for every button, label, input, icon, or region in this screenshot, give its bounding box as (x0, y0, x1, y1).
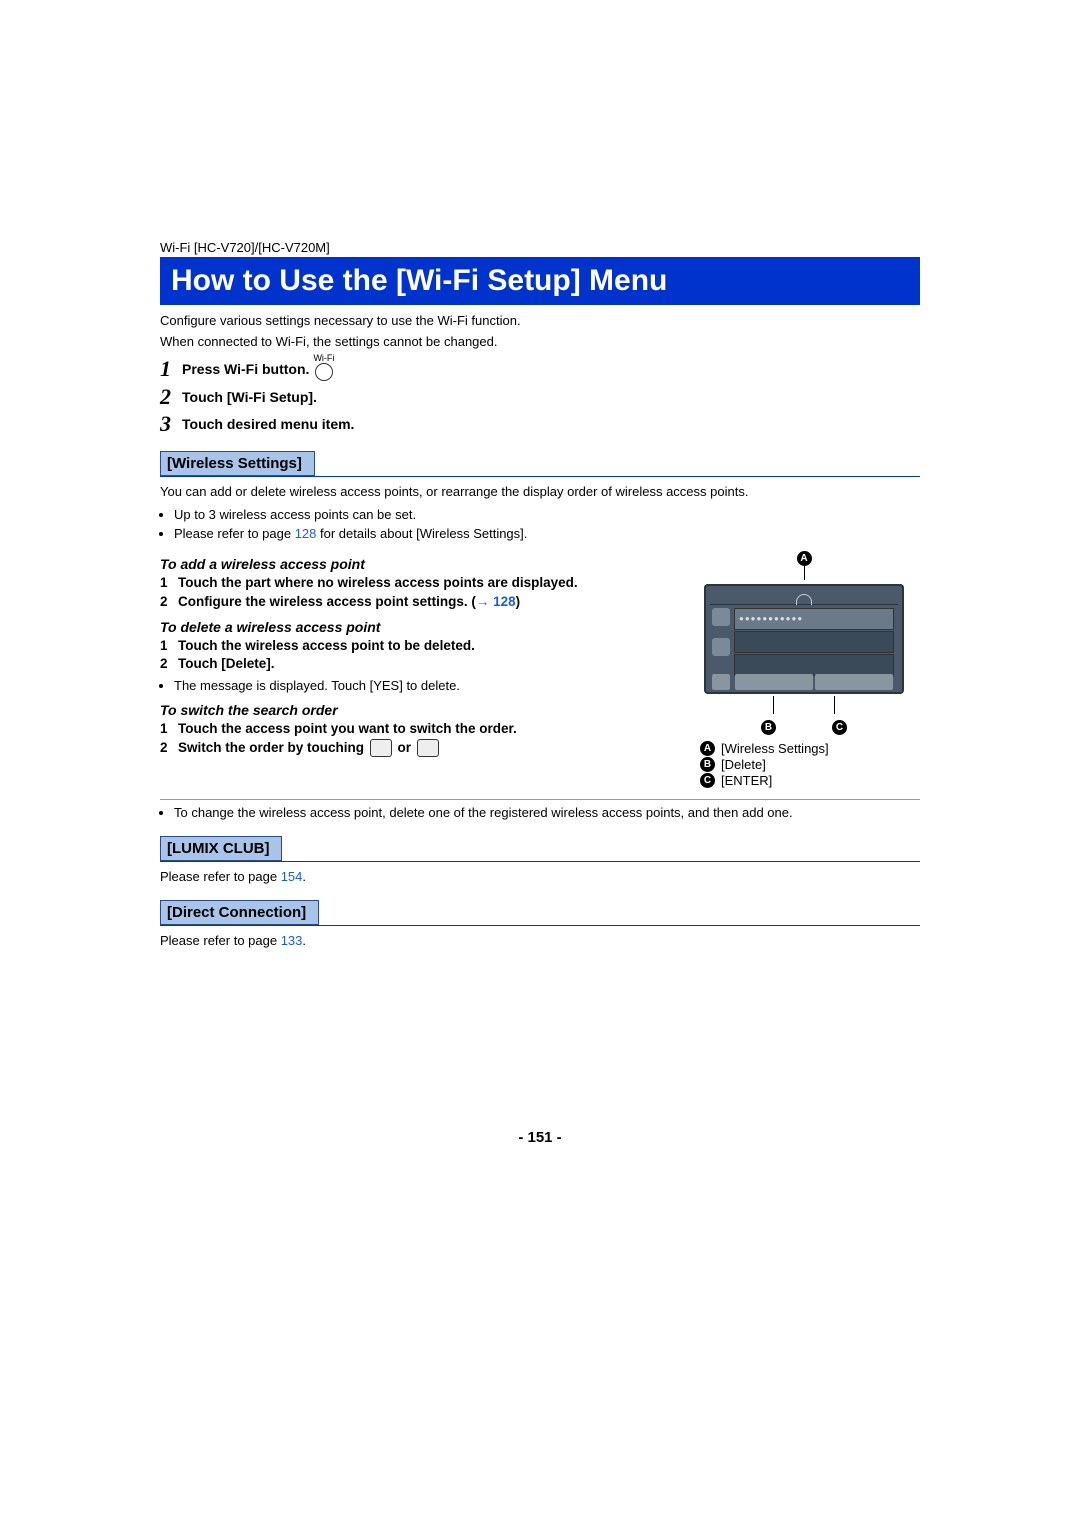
page-link-133[interactable]: 133 (281, 933, 303, 948)
chapter-header: Wi-Fi [HC-V720]/[HC-V720M] (160, 240, 920, 255)
delete-note: The message is displayed. Touch [YES] to… (174, 677, 686, 695)
subhead-switch-order: To switch the search order (160, 702, 686, 718)
enter-btn-icon (815, 674, 893, 690)
add-step-2: Configure the wireless access point sett… (178, 593, 520, 611)
bullet-item: Up to 3 wireless access points can be se… (174, 506, 920, 524)
step-number: 3 (160, 411, 182, 437)
step-text: Touch desired menu item. (182, 416, 354, 432)
wifi-button-icon: Wi-Fi (313, 353, 334, 381)
section-lumix-club: [LUMIX CLUB] Please refer to page 154. (160, 836, 920, 886)
intro-text-1: Configure various settings necessary to … (160, 313, 920, 330)
reorder-up-icon (712, 608, 730, 626)
page-number: - 151 - (160, 1129, 920, 1146)
up-arrow-icon (370, 739, 392, 757)
reorder-down-icon (712, 638, 730, 656)
callout-a-icon: A (797, 551, 812, 566)
step-number: 2 (160, 384, 182, 410)
page-link-154[interactable]: 154 (281, 869, 303, 884)
page-link-128[interactable]: 128 (493, 594, 516, 609)
direct-text: Please refer to page (160, 933, 281, 948)
page-link-128[interactable]: 128 (295, 526, 317, 541)
legend-b: [Delete] (721, 757, 766, 772)
legend-c: [ENTER] (721, 773, 772, 788)
add-step-1: Touch the part where no wireless access … (178, 574, 578, 592)
section-direct-connection: [Direct Connection] Please refer to page… (160, 900, 920, 950)
subhead-add-ap: To add a wireless access point (160, 556, 686, 572)
lumix-text: Please refer to page (160, 869, 281, 884)
bullet-item: Please refer to page 128 for details abo… (174, 525, 920, 543)
callout-b-icon: B (761, 720, 776, 735)
subhead-delete-ap: To delete a wireless access point (160, 619, 686, 635)
section-tab-direct: [Direct Connection] (160, 900, 319, 925)
del-step-1: Touch the wireless access point to be de… (178, 637, 475, 655)
step-number: 1 (160, 356, 182, 382)
main-steps: 1 Press Wi-Fi button. Wi-Fi 2 Touch [Wi-… (160, 355, 920, 437)
wireless-desc: You can add or delete wireless access po… (160, 483, 920, 501)
wireless-settings-diagram: A ●●●●●●●●●●● (700, 548, 908, 788)
step-text: Press Wi-Fi button. (182, 361, 309, 377)
del-step-2: Touch [Delete]. (178, 655, 275, 673)
back-icon (712, 674, 730, 690)
wireless-footnote: To change the wireless access point, del… (174, 804, 920, 822)
section-wireless-settings: [Wireless Settings] You can add or delet… (160, 451, 920, 822)
section-tab-wireless: [Wireless Settings] (160, 451, 315, 476)
step-text: Touch [Wi-Fi Setup]. (182, 389, 317, 405)
section-tab-lumix: [LUMIX CLUB] (160, 836, 282, 861)
delete-btn-icon (735, 674, 813, 690)
callout-c-icon: C (832, 720, 847, 735)
intro-text-2: When connected to Wi-Fi, the settings ca… (160, 334, 920, 351)
page-title: How to Use the [Wi-Fi Setup] Menu (171, 264, 667, 297)
title-bar: How to Use the [Wi-Fi Setup] Menu (160, 257, 920, 305)
legend-a: [Wireless Settings] (721, 741, 829, 756)
down-arrow-icon (417, 739, 439, 757)
switch-step-1: Touch the access point you want to switc… (178, 720, 517, 738)
switch-step-2: Switch the order by touching or (178, 739, 441, 757)
